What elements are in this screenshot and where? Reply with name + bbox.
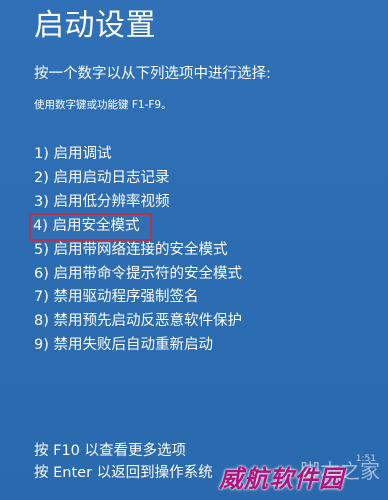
option-7-disable-driver-signing[interactable]: 7) 禁用驱动程序强制签名 [34, 286, 242, 310]
key-hint-text: 使用数字键或功能键 F1-F9。 [34, 99, 172, 111]
instruction-text: 按一个数字以从下列选项中进行选择: [34, 66, 271, 82]
option-4-safe-mode[interactable]: 4) 启用安全模式 [29, 212, 242, 241]
option-2-boot-logging[interactable]: 2) 启用启动日志记录 [34, 167, 242, 191]
option-1-debugging[interactable]: 1) 启用调试 [34, 143, 242, 167]
return-to-os-text[interactable]: 按 Enter 以返回到操作系统 [34, 462, 213, 484]
option-8-disable-antimalware[interactable]: 8) 禁用预先启动反恶意软件保护 [34, 310, 242, 334]
option-5-safe-mode-networking[interactable]: 5) 启用带网络连接的安全模式 [34, 239, 242, 263]
selected-option[interactable]: 4) 启用安全模式 [29, 212, 152, 241]
option-9-disable-auto-restart[interactable]: 9) 禁用失败后自动重新启动 [34, 334, 242, 358]
option-6-safe-mode-cmd[interactable]: 6) 启用带命令提示符的安全模式 [34, 263, 242, 287]
site-watermark: 1:51 脚本之家 威航软件园 [219, 454, 382, 498]
page-title: 启动设置 [34, 8, 156, 43]
more-options-text[interactable]: 按 F10 以查看更多选项 [34, 440, 213, 462]
watermark-logo-text: 威航软件园 [219, 464, 344, 493]
startup-options-list: 1) 启用调试 2) 启用启动日志记录 3) 启用低分辨率视频 4) 启用安全模… [29, 143, 242, 358]
watermark-secondary: 脚本之家 [300, 459, 380, 483]
option-3-low-res-video[interactable]: 3) 启用低分辨率视频 [34, 191, 242, 215]
watermark-time: 1:51 [355, 454, 376, 464]
startup-settings-screen: 启动设置 按一个数字以从下列选项中进行选择: 使用数字键或功能键 F1-F9。 … [0, 0, 388, 500]
footer-instructions: 按 F10 以查看更多选项 按 Enter 以返回到操作系统 [34, 440, 213, 484]
